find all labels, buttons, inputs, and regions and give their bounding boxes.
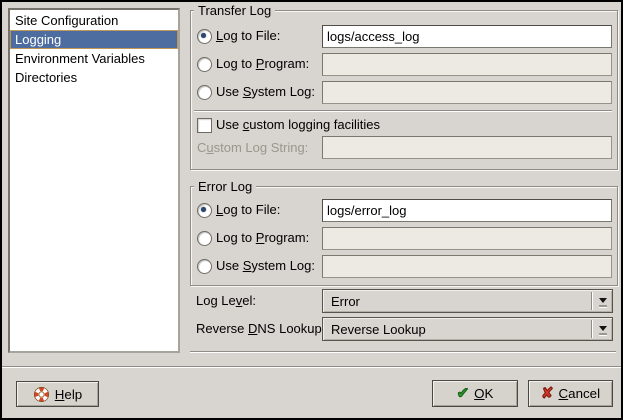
chevron-down-icon bbox=[599, 298, 607, 303]
sidebar-item-logging[interactable]: Logging bbox=[10, 30, 178, 49]
check-icon: ✔ bbox=[457, 386, 470, 401]
reverse-dns-lookup-label: Reverse DNS Lookup: bbox=[196, 321, 325, 337]
transfer-use-system-log-label: Use System Log: bbox=[216, 84, 315, 100]
error-log-program-input bbox=[322, 227, 612, 250]
ok-button-label: OK bbox=[474, 386, 493, 401]
error-log-to-file-label: Log to File: bbox=[216, 202, 280, 218]
use-custom-logging-facilities-checkbox[interactable] bbox=[197, 118, 212, 133]
dialog-separator bbox=[2, 366, 621, 367]
combo-separator bbox=[591, 292, 592, 310]
error-log-frame-title: Error Log bbox=[194, 179, 256, 194]
error-log-file-input[interactable] bbox=[322, 199, 612, 222]
help-lifesaver-icon bbox=[33, 386, 50, 403]
log-level-combobox[interactable]: Error bbox=[322, 289, 613, 313]
error-log-to-file-radio[interactable] bbox=[197, 203, 212, 218]
ok-button[interactable]: ✔ OK bbox=[432, 380, 518, 407]
transfer-log-separator bbox=[194, 110, 612, 111]
reverse-dns-lookup-value: Reverse Lookup bbox=[331, 322, 426, 338]
error-log-to-program-radio[interactable] bbox=[197, 231, 212, 246]
transfer-log-program-input bbox=[322, 53, 612, 76]
transfer-log-to-program-label: Log to Program: bbox=[216, 56, 309, 72]
panel-bottom-edge bbox=[190, 351, 616, 352]
log-level-label: Log Level: bbox=[196, 293, 256, 309]
transfer-log-frame-title: Transfer Log bbox=[194, 3, 275, 18]
combo-separator bbox=[591, 320, 592, 338]
logging-dialog: Site Configuration Logging Environment V… bbox=[0, 0, 623, 420]
sidebar-item-directories[interactable]: Directories bbox=[10, 68, 178, 87]
error-use-system-log-radio[interactable] bbox=[197, 259, 212, 274]
combo-arrow-base bbox=[599, 333, 607, 335]
chevron-down-icon bbox=[599, 326, 607, 331]
cancel-button[interactable]: ✘ Cancel bbox=[528, 380, 613, 407]
sidebar-item-environment-variables[interactable]: Environment Variables bbox=[10, 49, 178, 68]
sidebar-item-site-configuration[interactable]: Site Configuration bbox=[10, 11, 178, 30]
cancel-button-label: Cancel bbox=[559, 386, 601, 401]
custom-log-string-label: Custom Log String: bbox=[197, 140, 308, 156]
help-button[interactable]: Help bbox=[16, 381, 99, 407]
custom-log-string-input bbox=[322, 136, 612, 159]
help-button-label: Help bbox=[55, 387, 82, 402]
transfer-use-system-log-radio[interactable] bbox=[197, 85, 212, 100]
transfer-log-to-file-label: Log to File: bbox=[216, 28, 280, 44]
error-log-to-program-label: Log to Program: bbox=[216, 230, 309, 246]
transfer-log-file-input[interactable] bbox=[322, 25, 612, 48]
transfer-log-to-program-radio[interactable] bbox=[197, 57, 212, 72]
combo-arrow-base bbox=[599, 305, 607, 307]
section-list: Site Configuration Logging Environment V… bbox=[8, 8, 180, 353]
use-custom-logging-facilities-label: Use custom logging facilities bbox=[216, 117, 380, 133]
log-level-value: Error bbox=[331, 294, 360, 310]
x-icon: ✘ bbox=[541, 386, 554, 401]
error-system-log-input bbox=[322, 255, 612, 278]
error-use-system-log-label: Use System Log: bbox=[216, 258, 315, 274]
transfer-log-to-file-radio[interactable] bbox=[197, 29, 212, 44]
reverse-dns-lookup-combobox[interactable]: Reverse Lookup bbox=[322, 317, 613, 341]
transfer-system-log-input bbox=[322, 81, 612, 104]
